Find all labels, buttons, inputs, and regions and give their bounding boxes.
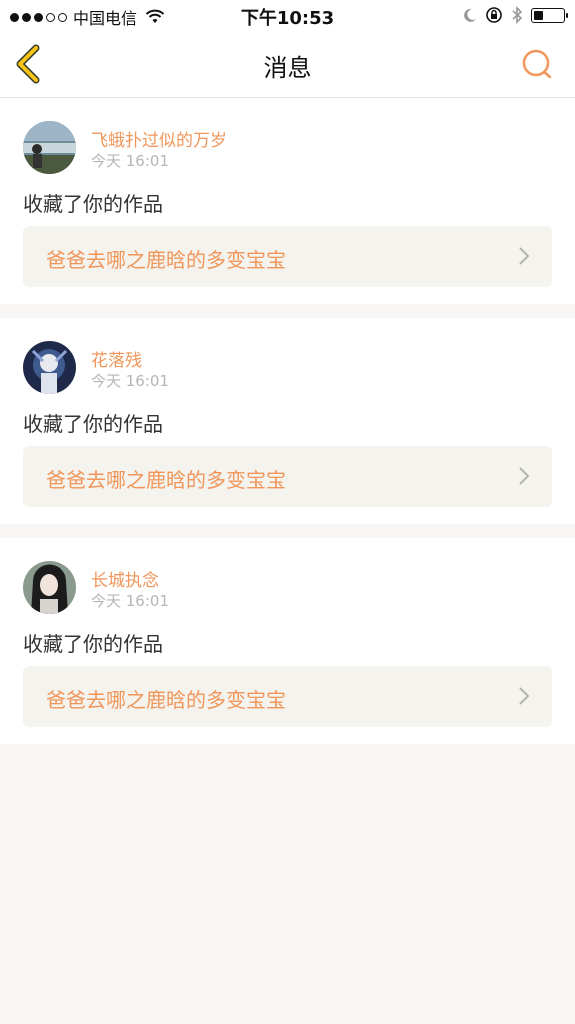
chevron-right-icon bbox=[519, 247, 530, 265]
action-text: 收藏了你的作品 bbox=[23, 632, 163, 656]
avatar-image bbox=[23, 561, 76, 614]
avatar-image bbox=[23, 121, 76, 174]
moon-icon bbox=[464, 8, 476, 22]
username[interactable]: 长城执念 bbox=[91, 566, 159, 591]
rotation-lock-icon bbox=[486, 7, 502, 23]
work-title: 爸爸去哪之鹿晗的多变宝宝 bbox=[46, 688, 286, 712]
search-icon bbox=[522, 49, 552, 79]
work-link[interactable]: 爸爸去哪之鹿晗的多变宝宝 bbox=[23, 446, 552, 507]
search-button[interactable] bbox=[519, 46, 555, 82]
work-title: 爸爸去哪之鹿晗的多变宝宝 bbox=[46, 468, 286, 492]
status-bar: 中国电信 下午10:53 bbox=[0, 0, 575, 32]
work-link[interactable]: 爸爸去哪之鹿晗的多变宝宝 bbox=[23, 226, 552, 287]
username[interactable]: 飞蛾扑过似的万岁 bbox=[91, 126, 227, 151]
status-right bbox=[463, 6, 568, 24]
battery-fill bbox=[534, 10, 543, 20]
avatar[interactable] bbox=[23, 341, 76, 394]
message-card[interactable]: 飞蛾扑过似的万岁 今天 16:01 收藏了你的作品 爸爸去哪之鹿晗的多变宝宝 bbox=[0, 98, 575, 304]
timestamp: 今天 16:01 bbox=[91, 152, 169, 170]
timestamp: 今天 16:01 bbox=[91, 372, 169, 390]
message-card[interactable]: 长城执念 今天 16:01 收藏了你的作品 爸爸去哪之鹿晗的多变宝宝 bbox=[0, 538, 575, 744]
bluetooth-icon bbox=[512, 6, 523, 24]
chevron-right-icon bbox=[519, 687, 530, 705]
message-card[interactable]: 花落残 今天 16:01 收藏了你的作品 爸爸去哪之鹿晗的多变宝宝 bbox=[0, 318, 575, 524]
work-link[interactable]: 爸爸去哪之鹿晗的多变宝宝 bbox=[23, 666, 552, 727]
work-title: 爸爸去哪之鹿晗的多变宝宝 bbox=[46, 248, 286, 272]
avatar-image bbox=[23, 341, 76, 394]
username[interactable]: 花落残 bbox=[91, 346, 142, 371]
action-text: 收藏了你的作品 bbox=[23, 412, 163, 436]
page-title: 消息 bbox=[263, 54, 312, 82]
avatar[interactable] bbox=[23, 561, 76, 614]
action-text: 收藏了你的作品 bbox=[23, 192, 163, 216]
avatar[interactable] bbox=[23, 121, 76, 174]
battery-icon bbox=[531, 7, 568, 23]
timestamp: 今天 16:01 bbox=[91, 592, 169, 610]
nav-bar: 消息 bbox=[0, 32, 575, 98]
chevron-right-icon bbox=[519, 467, 530, 485]
